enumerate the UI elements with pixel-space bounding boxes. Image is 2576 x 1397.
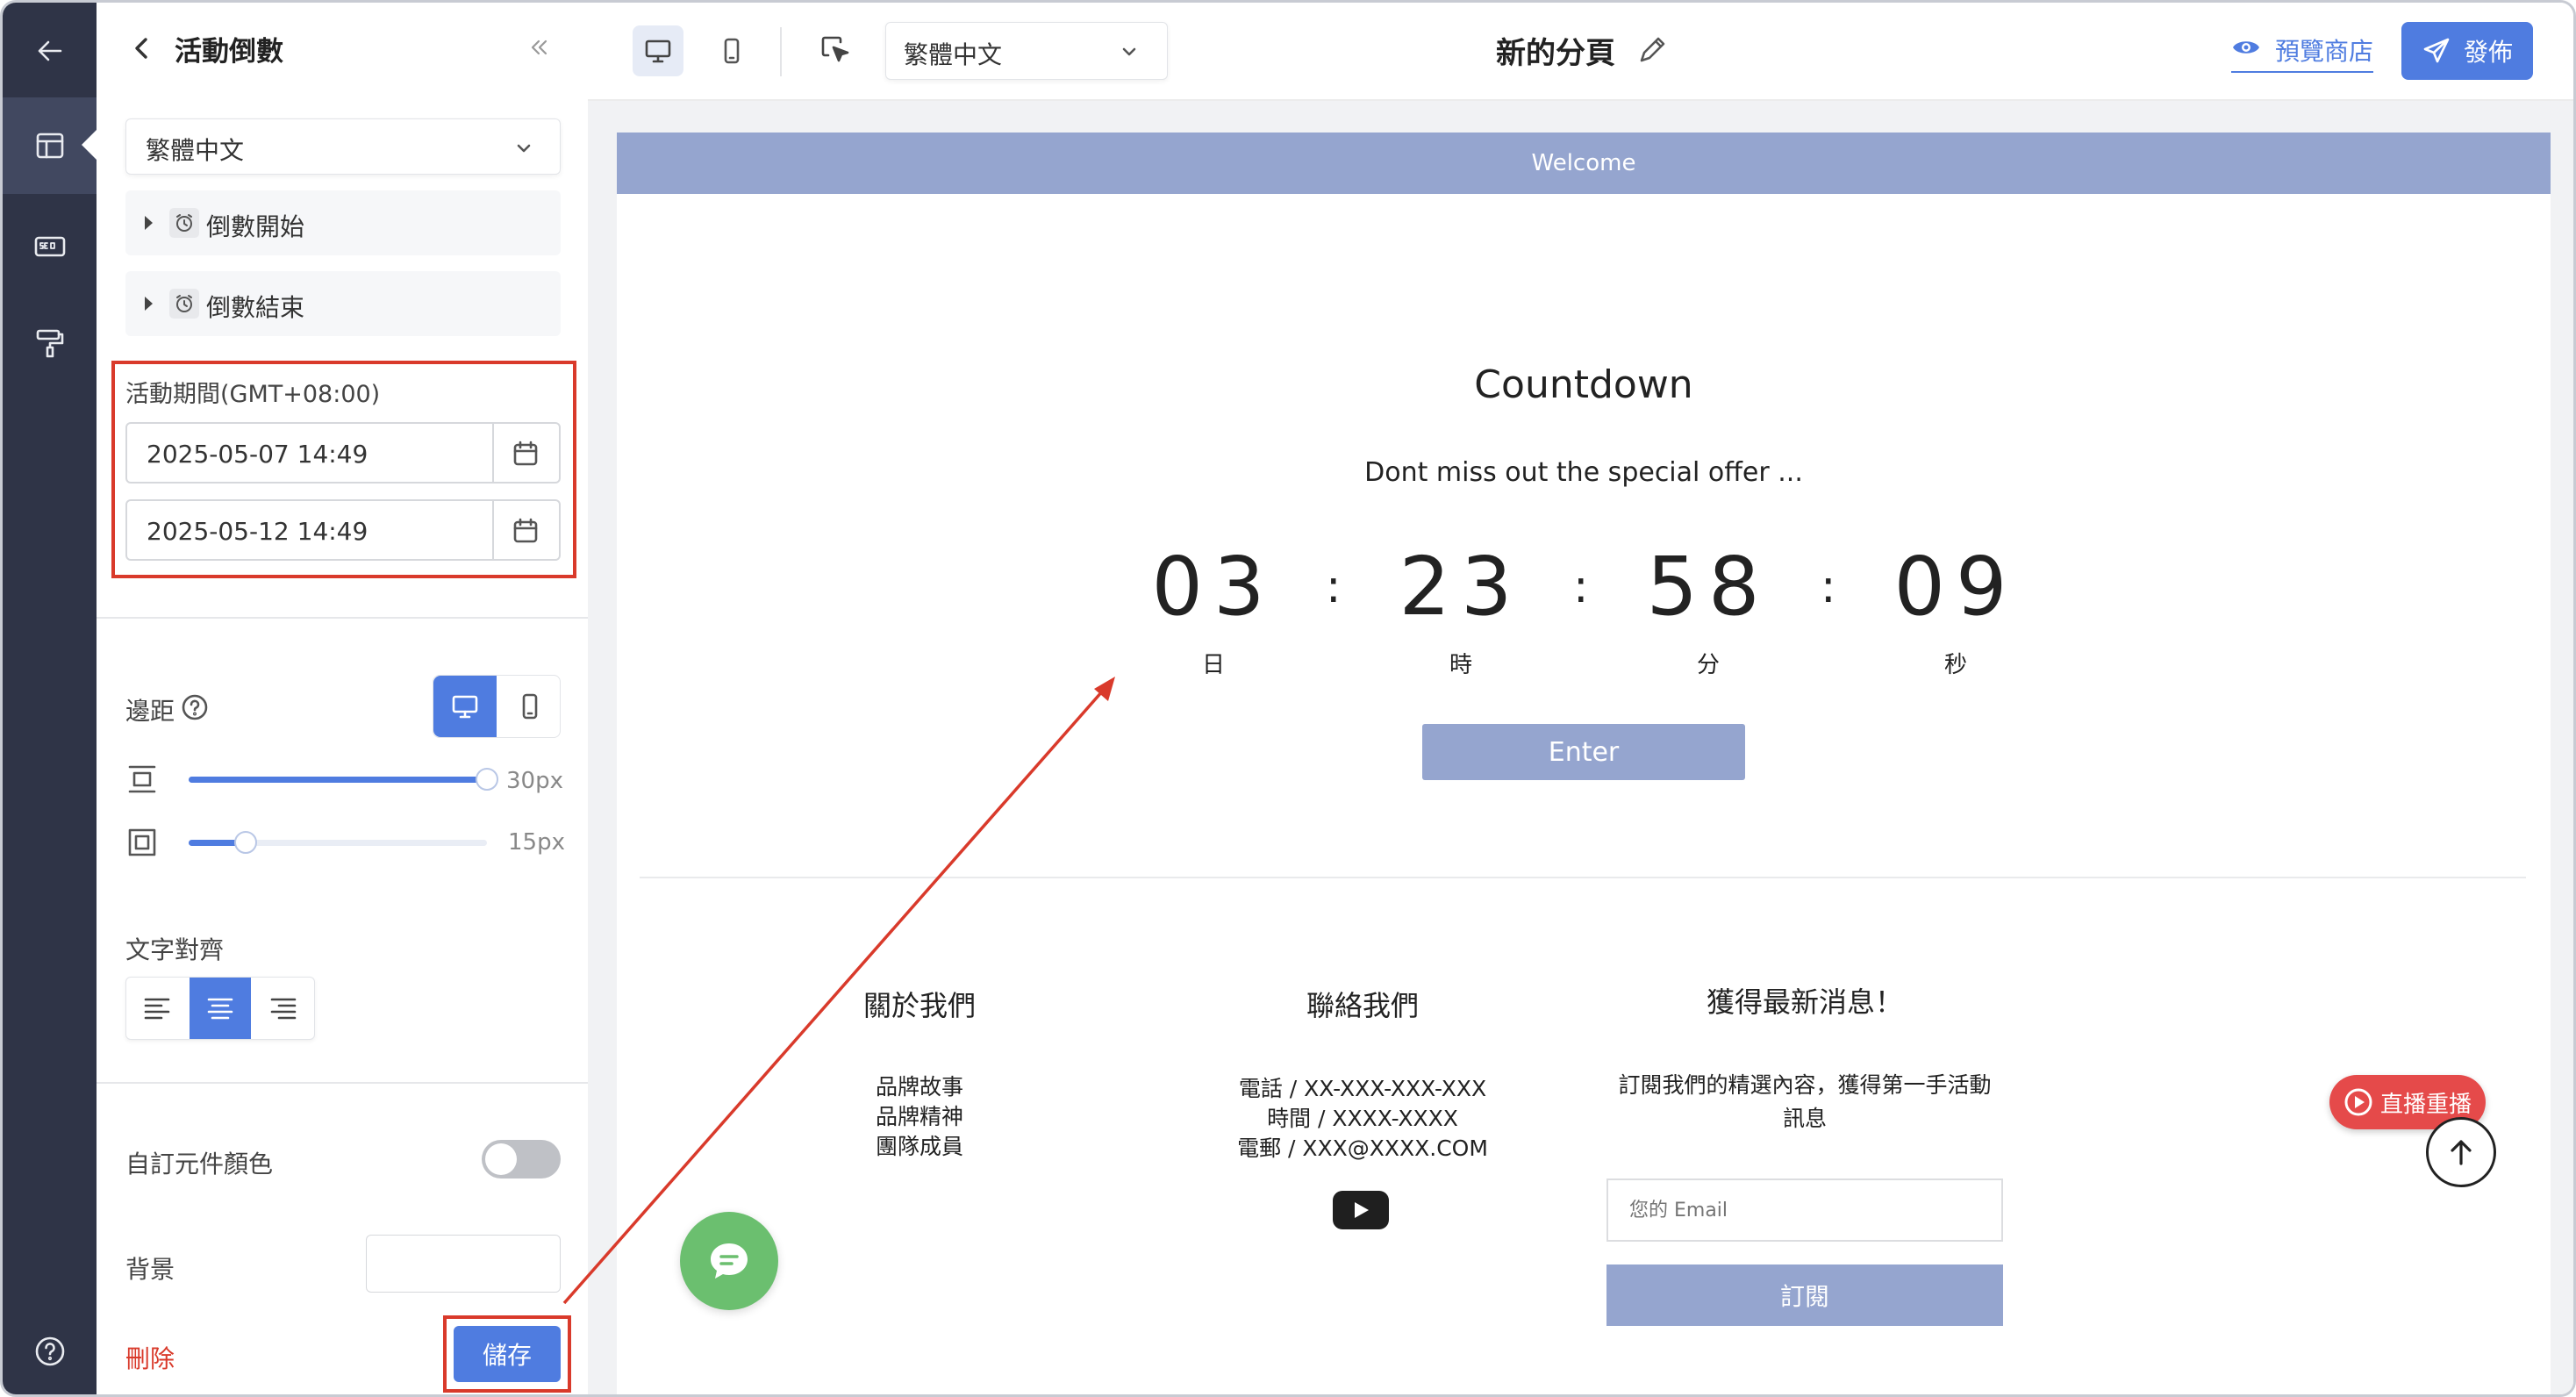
annotation-arrow bbox=[562, 677, 1115, 1305]
app-window: 活動倒數 繁體中文 倒數開始 倒數結束 活動期間(GMT+08:00) 2025… bbox=[0, 0, 2576, 1397]
